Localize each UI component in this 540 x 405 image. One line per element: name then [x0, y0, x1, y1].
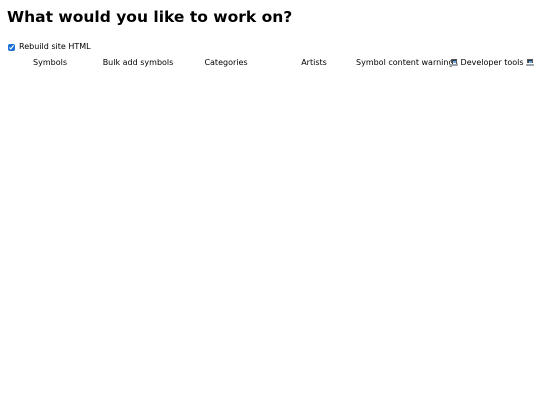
rebuild-site-html-option: Rebuild site HTML [8, 41, 91, 53]
nav-item-symbols-label: Symbols [33, 58, 67, 67]
nav-item-categories-label: Categories [204, 58, 248, 67]
nav-item-developer-tools[interactable]: Developer tools [450, 57, 535, 69]
page-title: What would you like to work on? [7, 8, 293, 26]
nav-item-bulk-add-symbols[interactable]: Bulk add symbols [94, 57, 182, 69]
nav-item-symbol-content-warnings[interactable]: Symbol content warnings [356, 57, 458, 69]
nav-item-artists[interactable]: Artists [270, 57, 358, 69]
laptop-icon [450, 59, 458, 66]
rebuild-site-html-checkbox[interactable] [8, 43, 15, 51]
laptop-icon [526, 59, 535, 66]
nav-item-developer-tools-label: Developer tools [460, 58, 524, 67]
nav-item-categories[interactable]: Categories [182, 57, 270, 69]
nav-item-artists-label: Artists [301, 58, 327, 67]
nav-item-symbols[interactable]: Symbols [6, 57, 94, 69]
rebuild-site-html-label[interactable]: Rebuild site HTML [19, 41, 91, 53]
nav-item-bulk-add-symbols-label: Bulk add symbols [102, 58, 174, 67]
main-nav: Symbols Bulk add symbols Categories Arti… [6, 57, 535, 69]
nav-item-symbol-content-warnings-label: Symbol content warnings [356, 58, 458, 67]
